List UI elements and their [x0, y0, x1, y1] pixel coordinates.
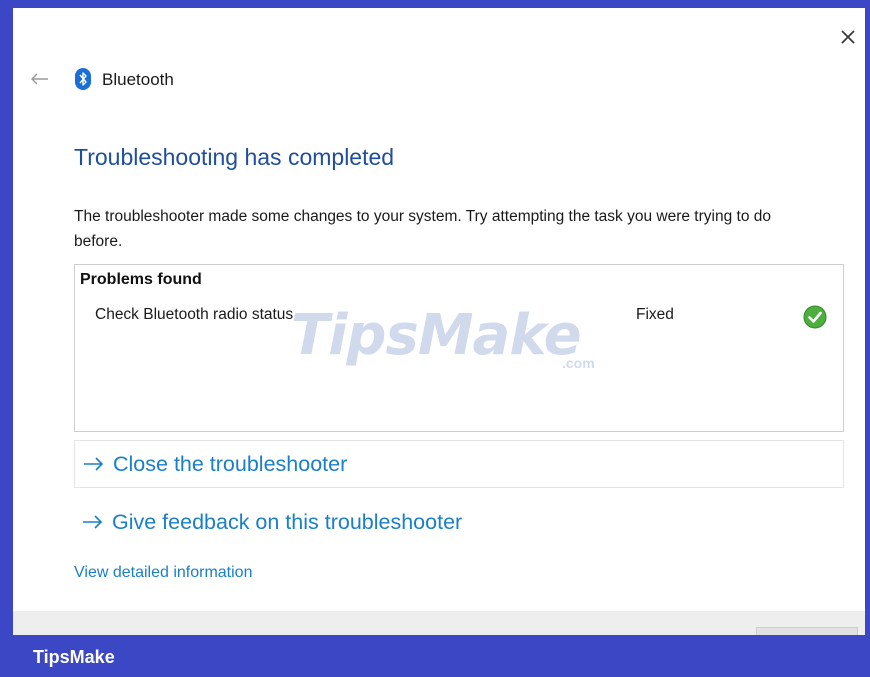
footer-button[interactable]: [756, 627, 858, 635]
view-detailed-information-link[interactable]: View detailed information: [74, 564, 252, 582]
footer-bar: [13, 611, 865, 635]
brand-label: TipsMake: [33, 647, 115, 667]
problems-title: Problems found: [80, 271, 202, 288]
problems-panel: Problems found TipsMake .com Check Bluet…: [74, 264, 844, 432]
bluetooth-icon: [75, 68, 91, 90]
give-feedback-link[interactable]: Give feedback on this troubleshooter: [74, 498, 844, 546]
brand-bar: TipsMake: [0, 635, 870, 677]
back-button[interactable]: [29, 70, 51, 88]
troubleshooter-window: Bluetooth Troubleshooting has completed …: [13, 8, 865, 635]
problem-status: Fixed: [636, 306, 674, 323]
close-icon: [841, 30, 855, 44]
green-check-icon: [803, 305, 827, 329]
close-troubleshooter-label: Close the troubleshooter: [113, 451, 348, 476]
app-title: Bluetooth: [102, 70, 174, 89]
close-button[interactable]: [835, 24, 861, 50]
watermark-suffix: .com: [562, 355, 595, 371]
problem-name: Check Bluetooth radio status: [95, 306, 294, 323]
give-feedback-label: Give feedback on this troubleshooter: [112, 509, 463, 534]
problem-row: Check Bluetooth radio status Fixed: [75, 303, 843, 329]
back-arrow-icon: [31, 73, 48, 85]
arrow-right-icon: [82, 515, 104, 529]
close-troubleshooter-link[interactable]: Close the troubleshooter: [74, 440, 844, 488]
result-description: The troubleshooter made some changes to …: [74, 208, 771, 250]
page-heading: Troubleshooting has completed: [74, 144, 395, 170]
arrow-right-icon: [83, 457, 105, 471]
